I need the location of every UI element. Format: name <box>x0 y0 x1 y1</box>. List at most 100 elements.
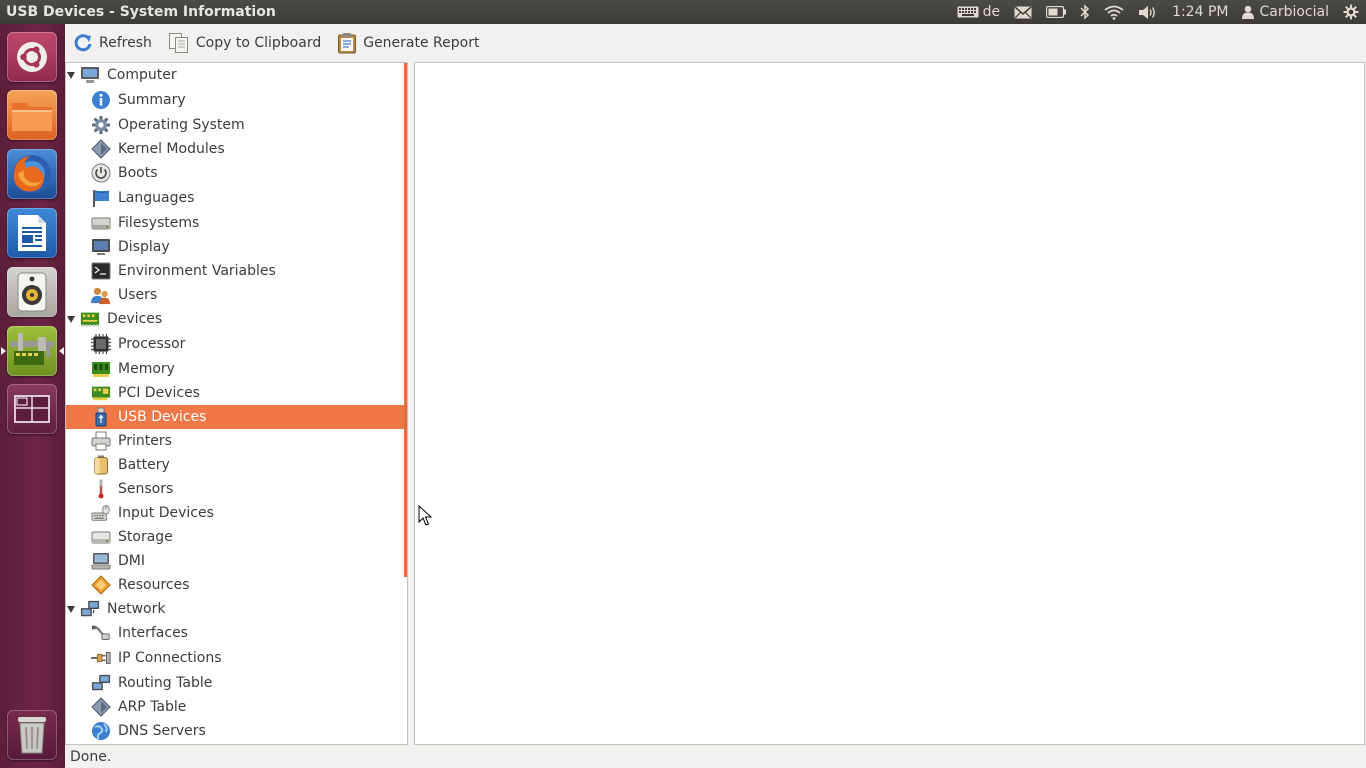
tree-item-arp-table[interactable]: ARP Table <box>66 695 405 719</box>
tree-item-processor[interactable]: Processor <box>66 332 405 356</box>
expander-arrow-icon[interactable] <box>67 316 75 323</box>
tree-item-label: Routing Table <box>118 675 213 691</box>
launcher-workspace-switcher[interactable] <box>7 384 57 434</box>
launcher-system-information[interactable] <box>7 326 57 376</box>
expander-arrow-icon[interactable] <box>67 72 75 79</box>
launcher-firefox[interactable] <box>7 149 57 199</box>
ubuntu-logo-icon <box>14 39 50 75</box>
network-computers-icon <box>80 599 100 619</box>
clock-time: 1:24 PM <box>1172 4 1229 20</box>
active-app-marker <box>1 347 6 355</box>
status-text: Done. <box>70 748 112 765</box>
tree-item-usb-devices[interactable]: USB Devices <box>66 405 405 429</box>
tree-group-computer[interactable]: Computer <box>66 63 405 87</box>
tree-item-boots[interactable]: Boots <box>66 161 405 185</box>
keyboard-icon <box>957 6 979 18</box>
monitor-icon <box>91 237 111 257</box>
tree-item-ip-connections[interactable]: IP Connections <box>66 646 405 670</box>
wifi-icon <box>1104 5 1124 20</box>
tree-item-label: Summary <box>118 92 186 108</box>
bluetooth-icon <box>1080 4 1090 20</box>
circuit-board-icon <box>80 309 100 329</box>
plug-connection-icon <box>91 648 111 668</box>
tree-item-dns-servers[interactable]: DNS Servers <box>66 719 405 743</box>
computer-icon <box>80 65 100 85</box>
envelope-icon <box>1014 5 1032 19</box>
category-tree[interactable]: Computer Summary Operating System Kernel… <box>65 62 408 745</box>
tree-item-dmi[interactable]: DMI <box>66 549 405 573</box>
speaker-icon <box>1138 5 1158 20</box>
status-bar: Done. <box>65 745 1366 768</box>
tree-item-label: USB Devices <box>118 409 207 425</box>
tree-item-battery[interactable]: Battery <box>66 453 405 477</box>
tree-item-users[interactable]: Users <box>66 283 405 307</box>
tree-item-routing-table[interactable]: Routing Table <box>66 671 405 695</box>
tree-item-languages[interactable]: Languages <box>66 186 405 210</box>
copy-to-clipboard-button[interactable]: Copy to Clipboard <box>160 28 329 58</box>
keyboard-mouse-icon <box>91 503 111 523</box>
tree-item-printers[interactable]: Printers <box>66 429 405 453</box>
tree-item-operating-system[interactable]: Operating System <box>66 113 405 137</box>
top-panel: USB Devices - System Information de 1:24… <box>0 0 1366 24</box>
firefox-icon <box>10 152 54 196</box>
thermometer-icon <box>91 479 111 499</box>
session-indicator[interactable] <box>1336 0 1366 24</box>
user-name: Carbiocial <box>1259 4 1329 20</box>
tree-item-sensors[interactable]: Sensors <box>66 477 405 501</box>
tree-item-filesystems[interactable]: Filesystems <box>66 211 405 235</box>
messaging-indicator[interactable] <box>1007 0 1039 24</box>
folder-icon <box>10 97 54 133</box>
tree-item-summary[interactable]: Summary <box>66 88 405 112</box>
expander-arrow-icon[interactable] <box>67 606 75 613</box>
tree-item-label: Processor <box>118 336 186 352</box>
tree-item-environment-variables[interactable]: Environment Variables <box>66 259 405 283</box>
tree-item-display[interactable]: Display <box>66 235 405 259</box>
sound-indicator[interactable] <box>1131 0 1165 24</box>
tree-item-label: Storage <box>118 529 173 545</box>
storage-drive-icon <box>91 527 111 547</box>
launcher-writer[interactable] <box>7 208 57 258</box>
launcher-dash-home[interactable] <box>7 32 57 82</box>
tree-item-label: DMI <box>118 553 145 569</box>
tree-scrollbar[interactable] <box>404 63 407 577</box>
tree-item-label: Interfaces <box>118 625 188 641</box>
launcher-rhythmbox[interactable] <box>7 267 57 317</box>
tree-item-label: Kernel Modules <box>118 141 225 157</box>
generate-report-label: Generate Report <box>363 35 480 51</box>
tree-item-label: Filesystems <box>118 215 200 231</box>
keyboard-layout-label: de <box>982 4 1001 20</box>
printer-icon <box>91 431 111 451</box>
tree-item-resources[interactable]: Resources <box>66 573 405 597</box>
tree-item-input-devices[interactable]: Input Devices <box>66 501 405 525</box>
bluetooth-indicator[interactable] <box>1073 0 1097 24</box>
pci-card-icon <box>91 383 111 403</box>
flag-icon <box>91 188 111 208</box>
tree-item-pci-devices[interactable]: PCI Devices <box>66 381 405 405</box>
tree-item-label: Resources <box>118 577 190 593</box>
tree-group-devices[interactable]: Devices <box>66 307 405 331</box>
gear-settings-icon <box>91 115 111 135</box>
speaker-music-icon <box>15 271 49 313</box>
tree-item-label: Input Devices <box>118 505 214 521</box>
launcher-trash[interactable] <box>7 710 57 760</box>
users-group-icon <box>91 285 111 305</box>
clock-indicator[interactable]: 1:24 PM <box>1165 0 1235 24</box>
tree-item-label: Printers <box>118 433 172 449</box>
launcher-files[interactable] <box>7 90 57 140</box>
tree-group-network[interactable]: Network <box>66 597 405 621</box>
battery-indicator[interactable] <box>1039 0 1073 24</box>
keyboard-indicator[interactable]: de <box>950 0 1008 24</box>
details-pane[interactable] <box>414 62 1365 745</box>
tree-item-memory[interactable]: Memory <box>66 357 405 381</box>
report-clipboard-icon <box>337 32 357 54</box>
generate-report-button[interactable]: Generate Report <box>329 28 487 58</box>
tree-item-kernel-modules[interactable]: Kernel Modules <box>66 137 405 161</box>
tree-item-interfaces[interactable]: Interfaces <box>66 621 405 645</box>
network-cable-icon <box>91 623 111 643</box>
tree-item-storage[interactable]: Storage <box>66 525 405 549</box>
network-indicator[interactable] <box>1097 0 1131 24</box>
refresh-button[interactable]: Refresh <box>65 28 160 58</box>
tree-item-label: Display <box>118 239 170 255</box>
tree-group-label: Computer <box>107 67 177 83</box>
user-indicator[interactable]: Carbiocial <box>1235 0 1336 24</box>
